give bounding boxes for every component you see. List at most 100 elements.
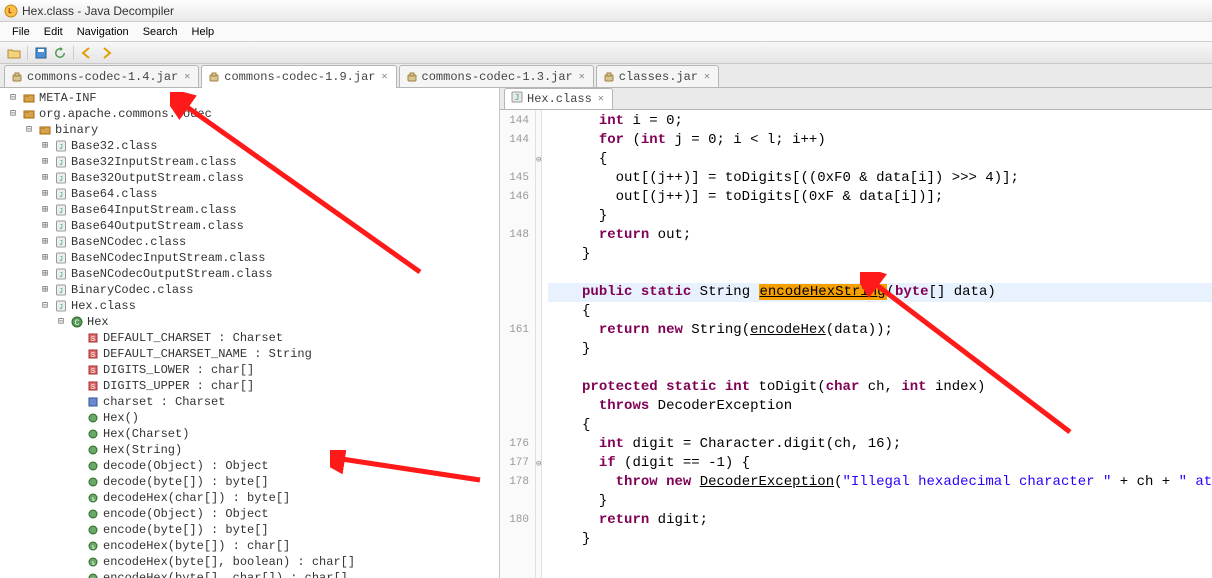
- tree-twistie-icon[interactable]: ⊟: [39, 300, 51, 312]
- tab-classes-jar[interactable]: classes.jar✕: [596, 65, 719, 87]
- menu-search[interactable]: Search: [137, 24, 184, 40]
- code-line[interactable]: out[(j++)] = toDigits[((0xF0 & data[i]) …: [548, 169, 1212, 188]
- close-icon[interactable]: ✕: [596, 93, 606, 105]
- tree-item-decode-byte-byte-[interactable]: decode(byte[]) : byte[]: [4, 474, 499, 490]
- tree-twistie-icon[interactable]: ⊞: [39, 220, 51, 232]
- tree-item-base32-class[interactable]: ⊞JBase32.class: [4, 138, 499, 154]
- tree-twistie-icon[interactable]: ⊟: [7, 92, 19, 104]
- tree-item-basencodecoutputstream-class[interactable]: ⊞JBaseNCodecOutputStream.class: [4, 266, 499, 282]
- menu-navigation[interactable]: Navigation: [71, 24, 135, 40]
- fold-marker[interactable]: [536, 226, 541, 245]
- fold-marker[interactable]: [536, 359, 541, 378]
- tree-item-binarycodec-class[interactable]: ⊞JBinaryCodec.class: [4, 282, 499, 298]
- tree-item-encode-object-object[interactable]: encode(Object) : Object: [4, 506, 499, 522]
- tree-item-encodehex-byte-char-char-[interactable]: sencodeHex(byte[], char[]) : char[]: [4, 570, 499, 578]
- fold-marker[interactable]: ⊖: [536, 150, 541, 169]
- code-line[interactable]: return digit;: [548, 511, 1212, 530]
- tree-item-digits-lower-char-[interactable]: SDIGITS_LOWER : char[]: [4, 362, 499, 378]
- fold-marker[interactable]: [536, 245, 541, 264]
- fold-marker[interactable]: [536, 530, 541, 549]
- tree-item-encodehex-byte-char-[interactable]: sencodeHex(byte[]) : char[]: [4, 538, 499, 554]
- tree-item-hex-class[interactable]: ⊟JHex.class: [4, 298, 499, 314]
- code-line[interactable]: {: [548, 150, 1212, 169]
- tree-item-hex-[interactable]: Hex(): [4, 410, 499, 426]
- code-line[interactable]: [548, 264, 1212, 283]
- code-line[interactable]: throw new DecoderException("Illegal hexa…: [548, 473, 1212, 492]
- tab-commons-codec-1-9-jar[interactable]: commons-codec-1.9.jar✕: [201, 65, 396, 88]
- tree-item-hex-charset-[interactable]: Hex(Charset): [4, 426, 499, 442]
- tree-item-base64-class[interactable]: ⊞JBase64.class: [4, 186, 499, 202]
- tree-item-hex-type[interactable]: ⊟CHex: [4, 314, 499, 330]
- code-line[interactable]: {: [548, 302, 1212, 321]
- code-editor[interactable]: 144144145146148161176177178180 ⊖⊖ int i …: [500, 110, 1212, 578]
- code-line[interactable]: int digit = Character.digit(ch, 16);: [548, 435, 1212, 454]
- tab-commons-codec-1-3-jar[interactable]: commons-codec-1.3.jar✕: [399, 65, 594, 87]
- fold-marker[interactable]: [536, 283, 541, 302]
- tree-item-basencodec-class[interactable]: ⊞JBaseNCodec.class: [4, 234, 499, 250]
- code-line[interactable]: }: [548, 207, 1212, 226]
- tree-twistie-icon[interactable]: ⊞: [39, 204, 51, 216]
- fold-marker[interactable]: [536, 492, 541, 511]
- code-line[interactable]: }: [548, 245, 1212, 264]
- tree-twistie-icon[interactable]: ⊟: [23, 124, 35, 136]
- tree-twistie-icon[interactable]: ⊞: [39, 268, 51, 280]
- fold-marker[interactable]: [536, 473, 541, 492]
- code-line[interactable]: int i = 0;: [548, 112, 1212, 131]
- tree-item-basencodecinputstream-class[interactable]: ⊞JBaseNCodecInputStream.class: [4, 250, 499, 266]
- code-line[interactable]: throws DecoderException: [548, 397, 1212, 416]
- close-icon[interactable]: ✕: [380, 71, 390, 83]
- tree-item-org-apache-commons-codec[interactable]: ⊟org.apache.commons.codec: [4, 106, 499, 122]
- inner-tab-hex[interactable]: J Hex.class ✕: [504, 88, 613, 109]
- tree-item-base64outputstream-class[interactable]: ⊞JBase64OutputStream.class: [4, 218, 499, 234]
- tree-item-base32outputstream-class[interactable]: ⊞JBase32OutputStream.class: [4, 170, 499, 186]
- close-icon[interactable]: ✕: [182, 71, 192, 83]
- tree-item-default-charset-charset[interactable]: SDEFAULT_CHARSET : Charset: [4, 330, 499, 346]
- fold-marker[interactable]: [536, 169, 541, 188]
- fold-marker[interactable]: [536, 340, 541, 359]
- menu-help[interactable]: Help: [186, 24, 221, 40]
- tree-item-base64inputstream-class[interactable]: ⊞JBase64InputStream.class: [4, 202, 499, 218]
- open-file-icon[interactable]: [6, 45, 22, 61]
- tree-item-decode-object-object[interactable]: decode(Object) : Object: [4, 458, 499, 474]
- code-line[interactable]: return new String(encodeHex(data));: [548, 321, 1212, 340]
- code-line[interactable]: }: [548, 492, 1212, 511]
- fold-marker[interactable]: [536, 435, 541, 454]
- close-icon[interactable]: ✕: [577, 71, 587, 83]
- tree-item-decodehex-char-byte-[interactable]: sdecodeHex(char[]) : byte[]: [4, 490, 499, 506]
- close-icon[interactable]: ✕: [702, 71, 712, 83]
- tree-twistie-icon[interactable]: ⊞: [39, 236, 51, 248]
- tree-item-hex-string-[interactable]: Hex(String): [4, 442, 499, 458]
- tree-item-charset-charset[interactable]: charset : Charset: [4, 394, 499, 410]
- tree-item-binary[interactable]: ⊟binary: [4, 122, 499, 138]
- fold-marker[interactable]: ⊖: [536, 454, 541, 473]
- code-line[interactable]: if (digit == -1) {: [548, 454, 1212, 473]
- tree-item-encodehex-byte-boolean-char-[interactable]: sencodeHex(byte[], boolean) : char[]: [4, 554, 499, 570]
- fold-marker[interactable]: [536, 302, 541, 321]
- tree-twistie-icon[interactable]: ⊞: [39, 172, 51, 184]
- menu-edit[interactable]: Edit: [38, 24, 69, 40]
- fold-marker[interactable]: [536, 264, 541, 283]
- tree-item-meta-inf[interactable]: ⊟META-INF: [4, 90, 499, 106]
- fold-marker[interactable]: [536, 112, 541, 131]
- tree-twistie-icon[interactable]: ⊞: [39, 156, 51, 168]
- code-line[interactable]: }: [548, 340, 1212, 359]
- fold-marker[interactable]: [536, 207, 541, 226]
- code-line[interactable]: [548, 359, 1212, 378]
- fold-marker[interactable]: [536, 188, 541, 207]
- package-explorer[interactable]: ⊟META-INF⊟org.apache.commons.codec⊟binar…: [0, 88, 500, 578]
- fold-marker[interactable]: [536, 131, 541, 150]
- fold-marker[interactable]: [536, 511, 541, 530]
- fold-marker[interactable]: [536, 378, 541, 397]
- reload-icon[interactable]: [52, 45, 68, 61]
- code-line[interactable]: }: [548, 530, 1212, 549]
- tree-twistie-icon[interactable]: ⊟: [55, 316, 67, 328]
- back-icon[interactable]: [79, 45, 95, 61]
- code-line[interactable]: out[(j++)] = toDigits[(0xF & data[i])];: [548, 188, 1212, 207]
- fold-marker[interactable]: [536, 321, 541, 340]
- fold-marker[interactable]: [536, 416, 541, 435]
- code-line[interactable]: return out;: [548, 226, 1212, 245]
- tree-twistie-icon[interactable]: ⊞: [39, 252, 51, 264]
- save-icon[interactable]: [33, 45, 49, 61]
- tree-item-encode-byte-byte-[interactable]: encode(byte[]) : byte[]: [4, 522, 499, 538]
- tree-twistie-icon[interactable]: ⊟: [7, 108, 19, 120]
